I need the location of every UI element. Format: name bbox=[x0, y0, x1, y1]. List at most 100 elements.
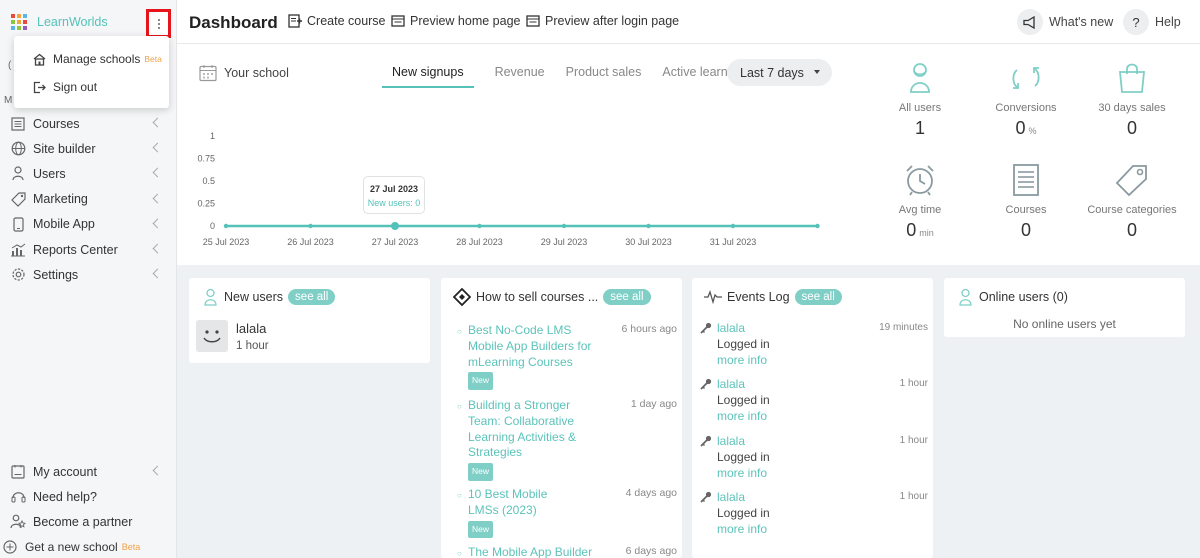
tab-new-signups[interactable]: New signups bbox=[382, 58, 474, 88]
partner-icon bbox=[10, 514, 26, 530]
chart-icon bbox=[10, 242, 26, 258]
tag-icon bbox=[10, 191, 26, 207]
sidebar: LearnWorlds ( M Courses Site builder Use… bbox=[0, 0, 177, 558]
event-user[interactable]: lalala bbox=[717, 434, 745, 448]
article-title[interactable]: 10 Best Mobile LMSs (2023) bbox=[468, 487, 547, 517]
more-info-link[interactable]: more info bbox=[717, 466, 767, 480]
event-item: lalala Logged in more info 19 minutes bbox=[700, 321, 928, 373]
article-title[interactable]: The Mobile App Builder bbox=[468, 545, 592, 558]
brand[interactable]: LearnWorlds bbox=[11, 13, 108, 31]
card-title: Online users (0) bbox=[979, 290, 1068, 304]
user-icon bbox=[10, 166, 26, 182]
event-user[interactable]: lalala bbox=[717, 321, 745, 335]
card-title: How to sell courses ... bbox=[476, 290, 599, 304]
tab-revenue[interactable]: Revenue bbox=[495, 58, 545, 88]
preview-home-page-button[interactable]: Preview home page bbox=[391, 14, 520, 28]
calendar-icon bbox=[199, 65, 217, 82]
more-info-link[interactable]: more info bbox=[717, 353, 767, 367]
article-item[interactable]: ○ Building a Stronger Team: Collaborativ… bbox=[457, 398, 677, 481]
courses-icon bbox=[10, 116, 26, 132]
megaphone-icon bbox=[1017, 9, 1043, 35]
kpi-all-users[interactable]: All users 1 bbox=[865, 60, 975, 139]
event-time: 19 minutes bbox=[879, 322, 928, 333]
more-options-button[interactable] bbox=[146, 9, 171, 38]
sidebar-item-site-builder[interactable]: Site builder bbox=[0, 136, 177, 161]
event-time: 1 hour bbox=[899, 378, 928, 389]
x-tick-label: 27 Jul 2023 bbox=[372, 237, 419, 247]
article-item[interactable]: ○ Best No-Code LMS Mobile App Builders f… bbox=[457, 323, 677, 391]
bullet-icon: ○ bbox=[457, 491, 462, 500]
smiley-icon bbox=[203, 330, 221, 343]
kpi-label: Avg time bbox=[898, 204, 942, 216]
shopping-bag-icon bbox=[1077, 60, 1187, 96]
menu-item-sign-out[interactable]: Sign out bbox=[14, 73, 169, 101]
sidebar-item-get-new-school[interactable]: Get a new school Beta bbox=[0, 534, 177, 558]
see-all-button[interactable]: see all bbox=[794, 289, 842, 305]
sidebar-item-users[interactable]: Users bbox=[0, 161, 177, 186]
event-user[interactable]: lalala bbox=[717, 377, 745, 391]
avatar bbox=[196, 320, 228, 352]
chevron-left-icon bbox=[152, 193, 163, 204]
sidebar-item-become-partner[interactable]: Become a partner bbox=[0, 509, 177, 534]
sidebar-nav: Courses Site builder Users Marketing Mob… bbox=[0, 111, 177, 287]
mobile-icon bbox=[10, 216, 26, 232]
x-tick-label: 25 Jul 2023 bbox=[203, 237, 250, 247]
y-tick-label: 0.75 bbox=[197, 154, 215, 164]
document-icon bbox=[971, 162, 1081, 198]
more-info-link[interactable]: more info bbox=[717, 409, 767, 423]
tab-product-sales[interactable]: Product sales bbox=[566, 58, 642, 88]
sidebar-item-my-account[interactable]: My account bbox=[0, 459, 177, 484]
sidebar-item-label: Reports Center bbox=[33, 242, 118, 257]
sidebar-item-need-help[interactable]: Need help? bbox=[0, 484, 177, 509]
x-tick-label: 29 Jul 2023 bbox=[541, 237, 588, 247]
caret-down-icon bbox=[814, 70, 820, 74]
sidebar-item-settings[interactable]: Settings bbox=[0, 262, 177, 287]
sidebar-item-mobile-app[interactable]: Mobile App bbox=[0, 212, 177, 237]
sidebar-item-label: Need help? bbox=[33, 489, 97, 504]
question-icon: ? bbox=[1123, 9, 1149, 35]
kpi-30-days-sales[interactable]: 30 days sales 0 bbox=[1077, 60, 1187, 139]
date-range-select[interactable]: Last 7 days bbox=[727, 59, 832, 86]
preview-icon bbox=[391, 15, 405, 27]
preview-after-login-label: Preview after login page bbox=[545, 14, 680, 28]
article-item[interactable]: ○ 10 Best Mobile LMSs (2023) New 4 days … bbox=[457, 487, 677, 539]
kpi-value: 1 bbox=[914, 118, 925, 138]
card-header: Events Log see all bbox=[704, 288, 842, 306]
menu-item-manage-schools[interactable]: Manage schools Beta bbox=[14, 45, 169, 73]
learnworlds-logo-icon bbox=[11, 14, 27, 30]
event-time: 1 hour bbox=[899, 435, 928, 446]
data-point bbox=[815, 223, 820, 229]
sidebar-item-courses[interactable]: Courses bbox=[0, 111, 177, 136]
menu-item-label: Manage schools bbox=[53, 52, 141, 66]
article-title[interactable]: Best No-Code LMS Mobile App Builders for… bbox=[468, 323, 591, 369]
sidebar-item-marketing[interactable]: Marketing bbox=[0, 187, 177, 212]
see-all-button[interactable]: see all bbox=[603, 289, 651, 305]
top-bar: Dashboard Create course Preview home pag… bbox=[177, 0, 1200, 44]
chevron-left-icon bbox=[152, 142, 163, 153]
article-title[interactable]: Building a Stronger Team: Collaborative … bbox=[468, 398, 576, 459]
event-item: lalala Logged in more info 1 hour bbox=[700, 434, 928, 486]
whats-new-button[interactable]: What's new bbox=[1017, 8, 1113, 36]
sidebar-item-label: My account bbox=[33, 464, 97, 479]
sidebar-item-reports-center[interactable]: Reports Center bbox=[0, 237, 177, 262]
see-all-button[interactable]: see all bbox=[288, 289, 336, 305]
user-outline-icon bbox=[201, 288, 219, 306]
article-item[interactable]: ○ The Mobile App Builder 6 days ago bbox=[457, 545, 677, 558]
data-point bbox=[477, 223, 482, 229]
kpi-courses[interactable]: Courses 0 bbox=[971, 162, 1081, 241]
create-course-button[interactable]: Create course bbox=[288, 14, 386, 28]
event-user[interactable]: lalala bbox=[717, 490, 745, 504]
kpi-course-categories[interactable]: Course categories 0 bbox=[1077, 162, 1187, 241]
help-button[interactable]: ? Help bbox=[1123, 8, 1181, 36]
more-info-link[interactable]: more info bbox=[717, 522, 767, 536]
your-school-label: Your school bbox=[199, 64, 289, 82]
preview-after-login-button[interactable]: Preview after login page bbox=[526, 14, 679, 28]
headset-icon bbox=[10, 489, 26, 505]
kpi-avg-time[interactable]: Avg time 0 min bbox=[865, 162, 975, 241]
user-time: 1 hour bbox=[236, 340, 269, 352]
kpi-value: 0 bbox=[1126, 220, 1137, 240]
kpi-conversions[interactable]: Conversions 0% bbox=[971, 60, 1081, 139]
list-item[interactable]: lalala 1 hour bbox=[196, 320, 269, 352]
school-options-menu: Manage schools Beta Sign out bbox=[14, 36, 169, 108]
x-tick-label: 30 Jul 2023 bbox=[625, 237, 672, 247]
